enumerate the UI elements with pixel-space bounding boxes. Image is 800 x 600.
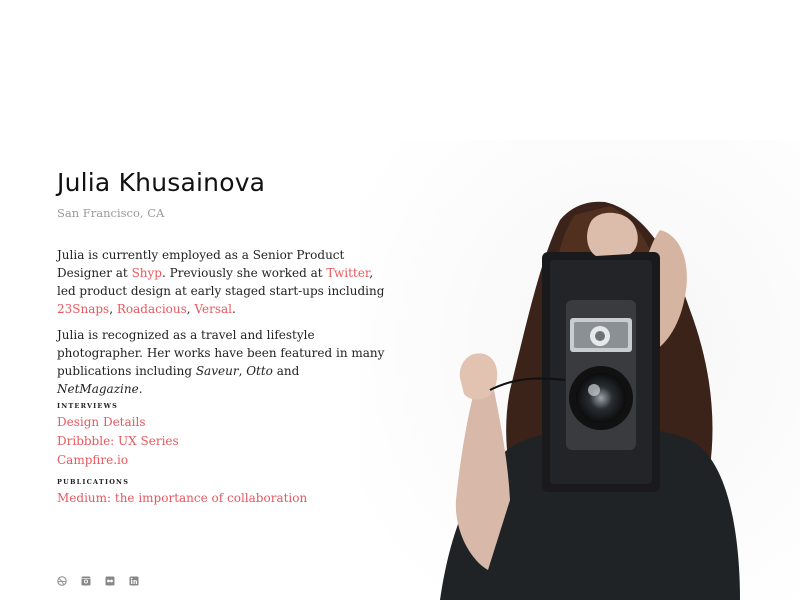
hero-photo [360,140,800,600]
publication-name: NetMagazine [57,382,139,396]
social-links [57,571,139,586]
interviews-list: Design Details Dribbble: UX Series Campf… [57,413,179,470]
list-item: Dribbble: UX Series [57,432,179,451]
instagram-icon[interactable] [81,571,91,586]
bio-photography: Julia is recognized as a travel and life… [57,326,387,398]
bio-text: . [231,302,236,316]
link-23snaps[interactable]: 23Snaps [57,302,109,316]
interviews-heading: Interviews [57,402,118,410]
bio-employment: Julia is currently employed as a Senior … [57,246,387,318]
publication-name: Otto [246,364,273,378]
bio-text: . [138,382,143,396]
photographer-with-camera-image [360,140,800,600]
profile-name: Julia Khusainova [57,168,266,197]
list-item: Medium: the importance of collaboration [57,489,307,508]
linkedin-icon[interactable] [129,571,139,586]
link-twitter[interactable]: Twitter [326,266,369,280]
link-roadacious[interactable]: Roadacious [117,302,187,316]
bio-separator: , [109,302,117,316]
publication-link-medium[interactable]: Medium: the importance of collaboration [57,491,307,505]
publications-heading: Publications [57,478,130,486]
bio-text: . Previously she worked at [162,266,327,280]
link-shyp[interactable]: Shyp [132,266,162,280]
publications-list: Medium: the importance of collaboration [57,489,307,508]
dribbble-icon[interactable] [57,571,67,586]
link-versal[interactable]: Versal [194,302,232,316]
profile-location: San Francisco, CA [57,206,165,220]
list-item: Design Details [57,413,179,432]
bio-text: and [272,364,300,378]
interview-link-campfire[interactable]: Campfire.io [57,453,128,467]
publication-name: Saveur [195,364,239,378]
interview-link-design-details[interactable]: Design Details [57,415,145,429]
list-item: Campfire.io [57,451,179,470]
flickr-icon[interactable] [105,571,115,586]
interview-link-dribbble[interactable]: Dribbble: UX Series [57,434,179,448]
